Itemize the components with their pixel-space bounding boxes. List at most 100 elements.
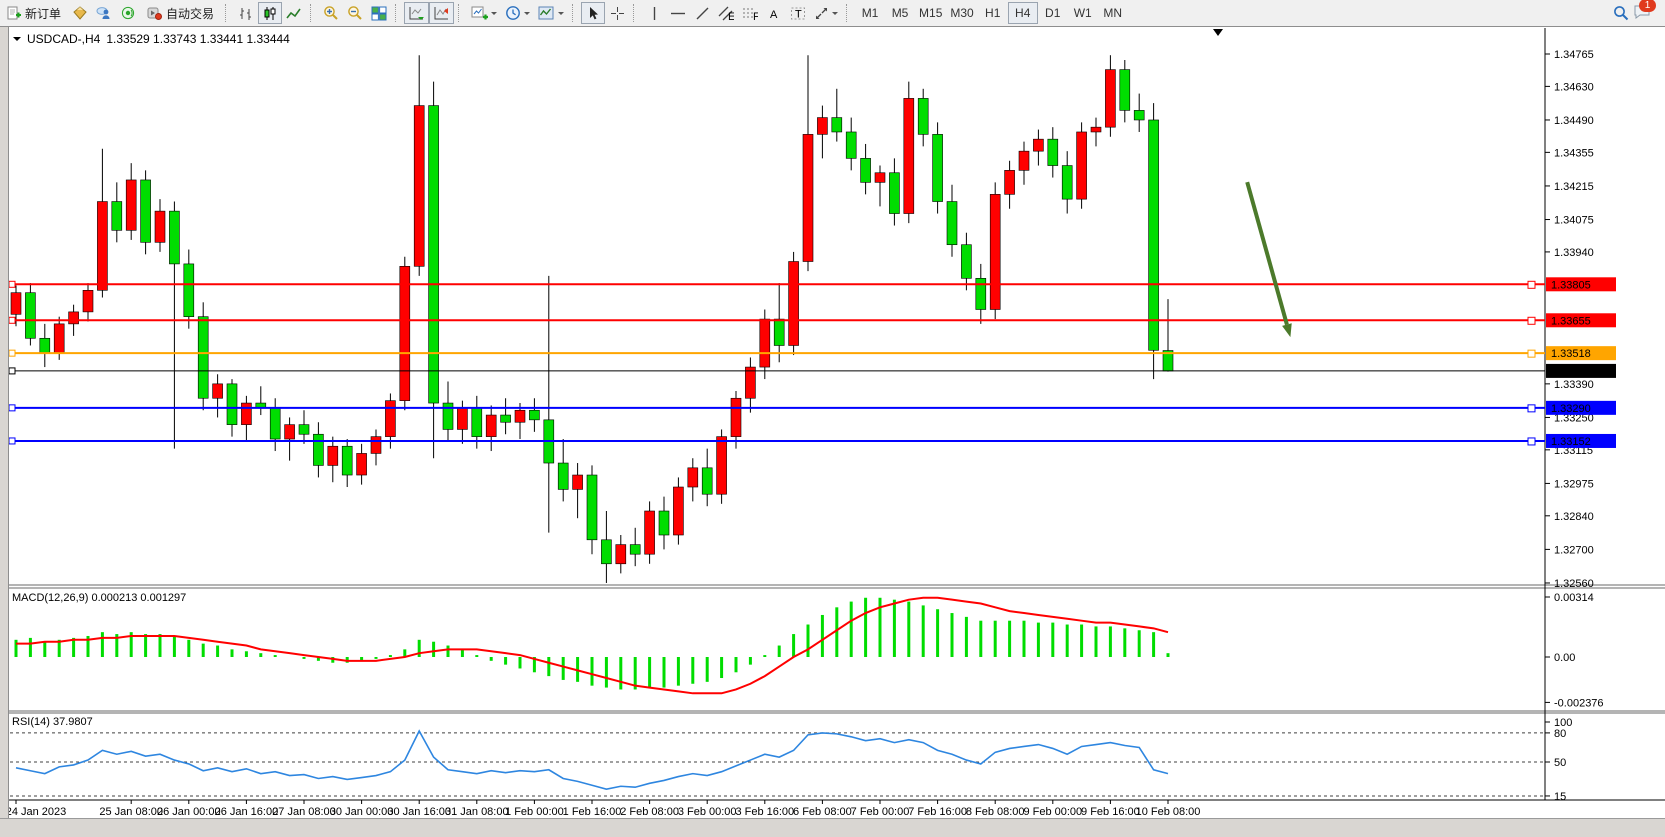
- cursor-tool-button[interactable]: [581, 2, 605, 24]
- template-icon: [538, 6, 555, 21]
- bar-chart-mode-button[interactable]: [234, 2, 258, 24]
- zoom-in-button[interactable]: [319, 2, 343, 24]
- candle-body: [803, 134, 813, 261]
- hline-right-handle[interactable]: [1528, 438, 1535, 445]
- candlestick-icon: [262, 6, 278, 21]
- toolbar-grip: [633, 4, 639, 22]
- equidistant-channel-tool-button[interactable]: E: [714, 2, 738, 24]
- candle-body: [155, 211, 165, 242]
- text-tool-button[interactable]: A: [762, 2, 786, 24]
- candle-body: [630, 545, 640, 555]
- hline-left-handle[interactable]: [9, 350, 15, 356]
- svg-text:1.33940: 1.33940: [1554, 247, 1594, 259]
- crosshair-tool-button[interactable]: [605, 2, 629, 24]
- rsi-indicator-label: RSI(14) 37.9807: [12, 716, 93, 728]
- timeframe-h1[interactable]: H1: [978, 2, 1008, 24]
- navigator-button[interactable]: [92, 2, 116, 24]
- notifications-button[interactable]: 1: [1633, 4, 1651, 23]
- timeframe-m30[interactable]: M30: [946, 2, 977, 24]
- candle-body: [357, 453, 367, 475]
- candle-body: [141, 180, 151, 242]
- chart-shift-marker-icon: [1213, 29, 1223, 36]
- candle-body: [659, 511, 669, 535]
- text-label-tool-button[interactable]: T: [786, 2, 810, 24]
- candle-body: [429, 106, 439, 403]
- search-button[interactable]: [1609, 2, 1633, 24]
- line-chart-icon: [286, 6, 302, 21]
- timeframe-h4[interactable]: H4: [1008, 2, 1038, 24]
- timeframe-m1[interactable]: M1: [855, 2, 885, 24]
- candle-body: [789, 262, 799, 346]
- candle-body: [861, 158, 871, 182]
- svg-text:1.33805: 1.33805: [1551, 279, 1591, 291]
- new-chart-button[interactable]: [467, 2, 501, 24]
- candle-body: [601, 540, 611, 564]
- annotation-arrow[interactable]: [1247, 182, 1292, 337]
- signals-button[interactable]: [116, 2, 140, 24]
- chevron-down-icon: [832, 12, 838, 18]
- candle-body: [1091, 127, 1101, 132]
- candle-body: [1048, 139, 1058, 165]
- line-chart-mode-button[interactable]: [282, 2, 306, 24]
- market-watch-button[interactable]: [68, 2, 92, 24]
- macd-indicator-label: MACD(12,26,9) 0.000213 0.001297: [12, 592, 186, 604]
- candle-body: [990, 194, 1000, 309]
- auto-scroll-button[interactable]: [404, 2, 429, 24]
- candle-body: [285, 425, 295, 439]
- current-price-line: 1.33444: [9, 364, 1616, 378]
- candle-body: [1134, 110, 1144, 120]
- zoom-out-icon: [347, 5, 363, 21]
- svg-text:0.00: 0.00: [1554, 652, 1575, 664]
- svg-text:1.33444: 1.33444: [1551, 366, 1591, 378]
- toolbar-grip: [225, 4, 231, 22]
- window-bottom-strip: [0, 818, 1665, 837]
- zoom-in-icon: [323, 5, 339, 21]
- fibonacci-tool-button[interactable]: F: [738, 2, 762, 24]
- timeframe-w1[interactable]: W1: [1068, 2, 1098, 24]
- hline-left-handle[interactable]: [9, 405, 15, 411]
- hline-left-handle[interactable]: [9, 281, 15, 287]
- arrows-tool-button[interactable]: [810, 2, 842, 24]
- zoom-out-button[interactable]: [343, 2, 367, 24]
- autotrading-label: 自动交易: [166, 5, 214, 22]
- svg-text:1.32840: 1.32840: [1554, 511, 1594, 523]
- hline-right-handle[interactable]: [1528, 350, 1535, 357]
- candle-body: [213, 384, 223, 398]
- candle-body: [342, 446, 352, 475]
- arrange-windows-button[interactable]: [367, 2, 391, 24]
- candle-body: [501, 415, 511, 422]
- svg-text:1.34630: 1.34630: [1554, 81, 1594, 93]
- autotrading-button[interactable]: 自动交易: [140, 2, 221, 24]
- chart-dropdown-icon[interactable]: [13, 37, 21, 45]
- chart-frame: [8, 28, 1665, 800]
- timeframe-m5[interactable]: M5: [885, 2, 915, 24]
- candle-body: [688, 468, 698, 487]
- candle-body: [933, 134, 943, 201]
- date-tick-label: 9 Feb 00:00: [1023, 806, 1082, 818]
- templates-button[interactable]: [534, 2, 568, 24]
- hline-left-handle[interactable]: [9, 438, 15, 444]
- periods-button[interactable]: [501, 2, 534, 24]
- hline-left-handle[interactable]: [9, 317, 15, 323]
- candle-body: [371, 437, 381, 454]
- hline-right-handle[interactable]: [1528, 405, 1535, 412]
- trendline-tool-button[interactable]: [690, 2, 714, 24]
- candle-body: [414, 106, 424, 267]
- date-tick-label: 3 Feb 16:00: [735, 806, 794, 818]
- svg-text:1.33152: 1.33152: [1551, 436, 1591, 448]
- timeframe-d1[interactable]: D1: [1038, 2, 1068, 24]
- candle-body: [587, 475, 597, 540]
- vertical-line-tool-button[interactable]: [642, 2, 666, 24]
- hline-right-handle[interactable]: [1528, 281, 1535, 288]
- hline-right-handle[interactable]: [1528, 317, 1535, 324]
- timeframe-mn[interactable]: MN: [1098, 2, 1128, 24]
- candle-body: [673, 487, 683, 535]
- chart-shift-button[interactable]: [429, 2, 454, 24]
- new-order-button[interactable]: 新订单: [0, 2, 68, 24]
- chevron-down-icon: [491, 12, 497, 18]
- new-chart-icon: [471, 6, 488, 21]
- main-toolbar: 新订单 自动交易: [0, 0, 1665, 27]
- horizontal-line-tool-button[interactable]: [666, 2, 690, 24]
- timeframe-m15[interactable]: M15: [915, 2, 946, 24]
- candlestick-mode-button[interactable]: [258, 2, 282, 24]
